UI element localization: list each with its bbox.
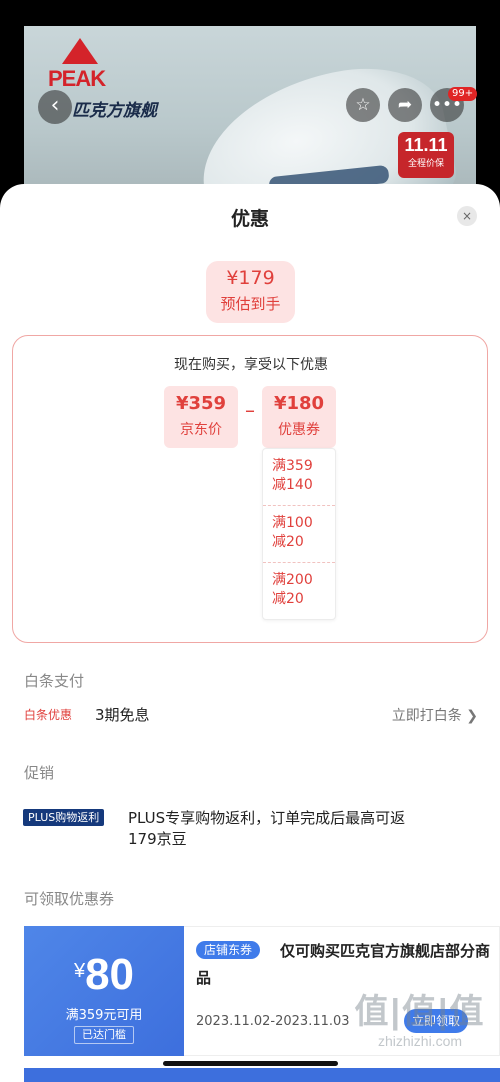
coupon-discount: 减140 [272,477,313,493]
final-price-value: ¥179 [226,267,275,289]
coupon-threshold: 满200 [272,572,313,588]
jd-price-label: 京东价 [180,422,222,438]
shop-coupon-tag: 店铺东券 [196,941,261,959]
applied-coupons-list: 满359 减140 满100 减20 满200 减20 [262,448,336,620]
minus-operator: – [245,398,255,422]
baitiao-text: 3期免息 [95,706,150,724]
watermark-logo: 值|值|值 [354,993,486,1031]
coupon-threshold: 满359 [272,458,313,474]
promotion-section-label: 促销 [24,764,55,782]
coupon-discount: 减20 [272,591,304,607]
coupon-total-card: ¥180 优惠券 [262,386,336,448]
coupon-status: 已达门槛 [74,1026,134,1044]
close-icon: × [461,209,473,223]
breakdown-heading: 现在购买，享受以下优惠 [174,357,328,373]
coupon-amount-panel: ¥80 满359元可用 已达门槛 [24,926,184,1056]
discount-sheet: 优惠 × ¥179 预估到手 现在购买，享受以下优惠 ¥359 京东价 – ¥1… [0,184,500,1082]
watermark-url: zhizhizhi.com [377,1033,463,1049]
coupons-section-label: 可领取优惠券 [24,890,115,908]
plus-rebate-tag: PLUS购物返利 [23,809,105,826]
share-icon: ➦ [397,95,413,115]
peak-logo-icon [62,38,98,64]
jd-price-card: ¥359 京东价 [164,386,238,448]
price-breakdown-box: 现在购买，享受以下优惠 ¥359 京东价 – ¥180 优惠券 满359 减14… [12,335,488,643]
coupon-date-range: 2023.11.02-2023.11.03 [196,1014,350,1029]
list-item: 满100 减20 [263,506,335,563]
share-button[interactable]: ➦ [388,88,422,122]
promotion-text-line2: 179京豆 [128,830,187,848]
promo-tag-small: 全程价保 [407,159,444,169]
list-item: 满200 减20 [263,563,335,620]
coupon-discount: 减20 [272,534,304,550]
promo-tag-big: 11.11 [404,135,448,155]
final-price-label: 预估到手 [220,295,281,313]
coupon-amount-value: 80 [85,950,135,999]
brand-logo-text: PEAK [48,66,106,91]
coupon-threshold: 满100 [272,515,313,531]
list-item: 满359 减140 [263,449,335,506]
coupon-total-label: 优惠券 [278,422,320,438]
notification-badge: 99+ [448,87,478,101]
star-icon: ☆ [355,95,371,115]
coupon-currency: ¥ [73,960,86,982]
home-indicator[interactable] [163,1061,338,1066]
status-bar [0,0,500,26]
sheet-title: 优惠 [230,208,269,230]
baitiao-section-label: 白条支付 [24,672,85,690]
coupon-total-value: ¥180 [273,393,325,414]
store-name: 匹克方旗舰 [72,101,157,121]
jd-price-value: ¥359 [175,393,227,414]
coupon-amount: ¥80 [24,950,184,1000]
final-price-card: ¥179 预估到手 [206,261,295,323]
chevron-left-icon: ‹ [50,93,60,118]
baitiao-link[interactable]: 立即打白条 ❯ [392,705,478,725]
close-button[interactable]: × [457,206,477,226]
promo-1111-tag: 11.11 全程价保 [398,132,454,178]
baitiao-tag: 白条优惠 [24,708,73,722]
coupon-condition: 满359元可用 [65,1008,143,1023]
favorite-button[interactable]: ☆ [346,88,380,122]
promotion-text-line1: PLUS专享购物返利，订单完成后最高可返 [128,809,406,827]
watermark: 值|值|值 zhizhizhi.com [350,984,490,1074]
back-button[interactable]: ‹ [38,90,72,124]
brand-logo: PEAK [48,38,112,98]
